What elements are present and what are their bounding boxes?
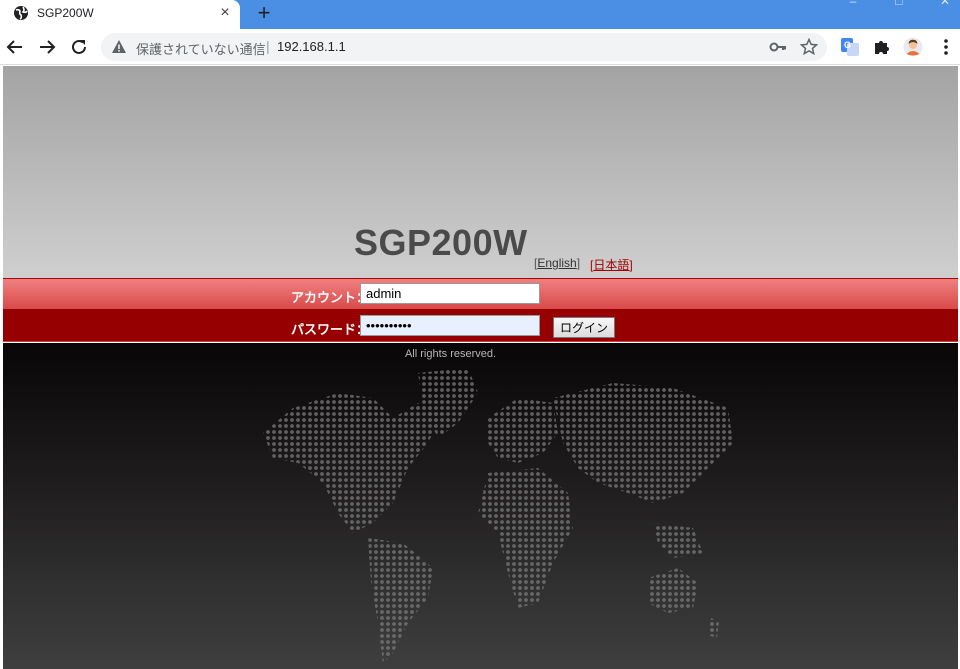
globe-icon [14,6,28,20]
footer-area: All rights reserved. [3,343,958,669]
browser-tab[interactable]: SGP200W × [0,0,240,29]
key-icon[interactable] [769,39,787,55]
back-arrow-icon[interactable] [4,36,26,58]
profile-avatar-icon[interactable] [903,37,923,57]
tab-strip: SGP200W × + – □ ✕ [0,0,960,29]
forward-arrow-icon[interactable] [36,36,58,58]
omnibox-separator: | [266,38,270,54]
new-tab-button[interactable]: + [253,2,275,24]
close-window-button[interactable]: ✕ [930,0,960,8]
tab-close-icon[interactable]: × [216,4,234,22]
password-input[interactable] [360,315,540,336]
reload-icon[interactable] [68,36,90,58]
puzzle-icon[interactable] [872,37,892,57]
japanese-link[interactable]: 日本語 [593,258,629,272]
svg-text:G: G [844,40,851,50]
password-label: パスワード： [291,322,370,337]
star-icon[interactable] [800,38,818,56]
english-link[interactable]: English [537,256,576,270]
account-input[interactable] [360,283,540,304]
world-map-image [263,368,733,663]
copyright-text: All rights reserved. [404,348,497,360]
maximize-button[interactable]: □ [884,0,914,8]
minimize-button[interactable]: – [838,0,868,8]
url-text[interactable]: 192.168.1.1 [277,39,346,54]
kebab-menu-icon[interactable] [936,37,956,57]
lang-english: [English] [534,256,581,270]
header-area: SGP200W [English] [日本語] [3,66,958,278]
address-bar[interactable]: 保護されていない通信 | 192.168.1.1 [101,33,827,61]
translate-icon[interactable]: G [840,37,860,57]
account-label: アカウント： [291,290,370,305]
brand-title: SGP200W [354,222,528,263]
page-viewport: SGP200W [English] [日本語] アカウント： パスワード： ログ… [3,66,958,669]
login-button[interactable]: ログイン [553,317,615,338]
lang-japanese: [日本語] [590,258,633,272]
warning-icon[interactable] [111,39,127,55]
insecure-warning-text[interactable]: 保護されていない通信 [136,39,266,58]
tab-title: SGP200W [37,6,94,20]
browser-toolbar: 保護されていない通信 | 192.168.1.1 G [0,29,960,65]
